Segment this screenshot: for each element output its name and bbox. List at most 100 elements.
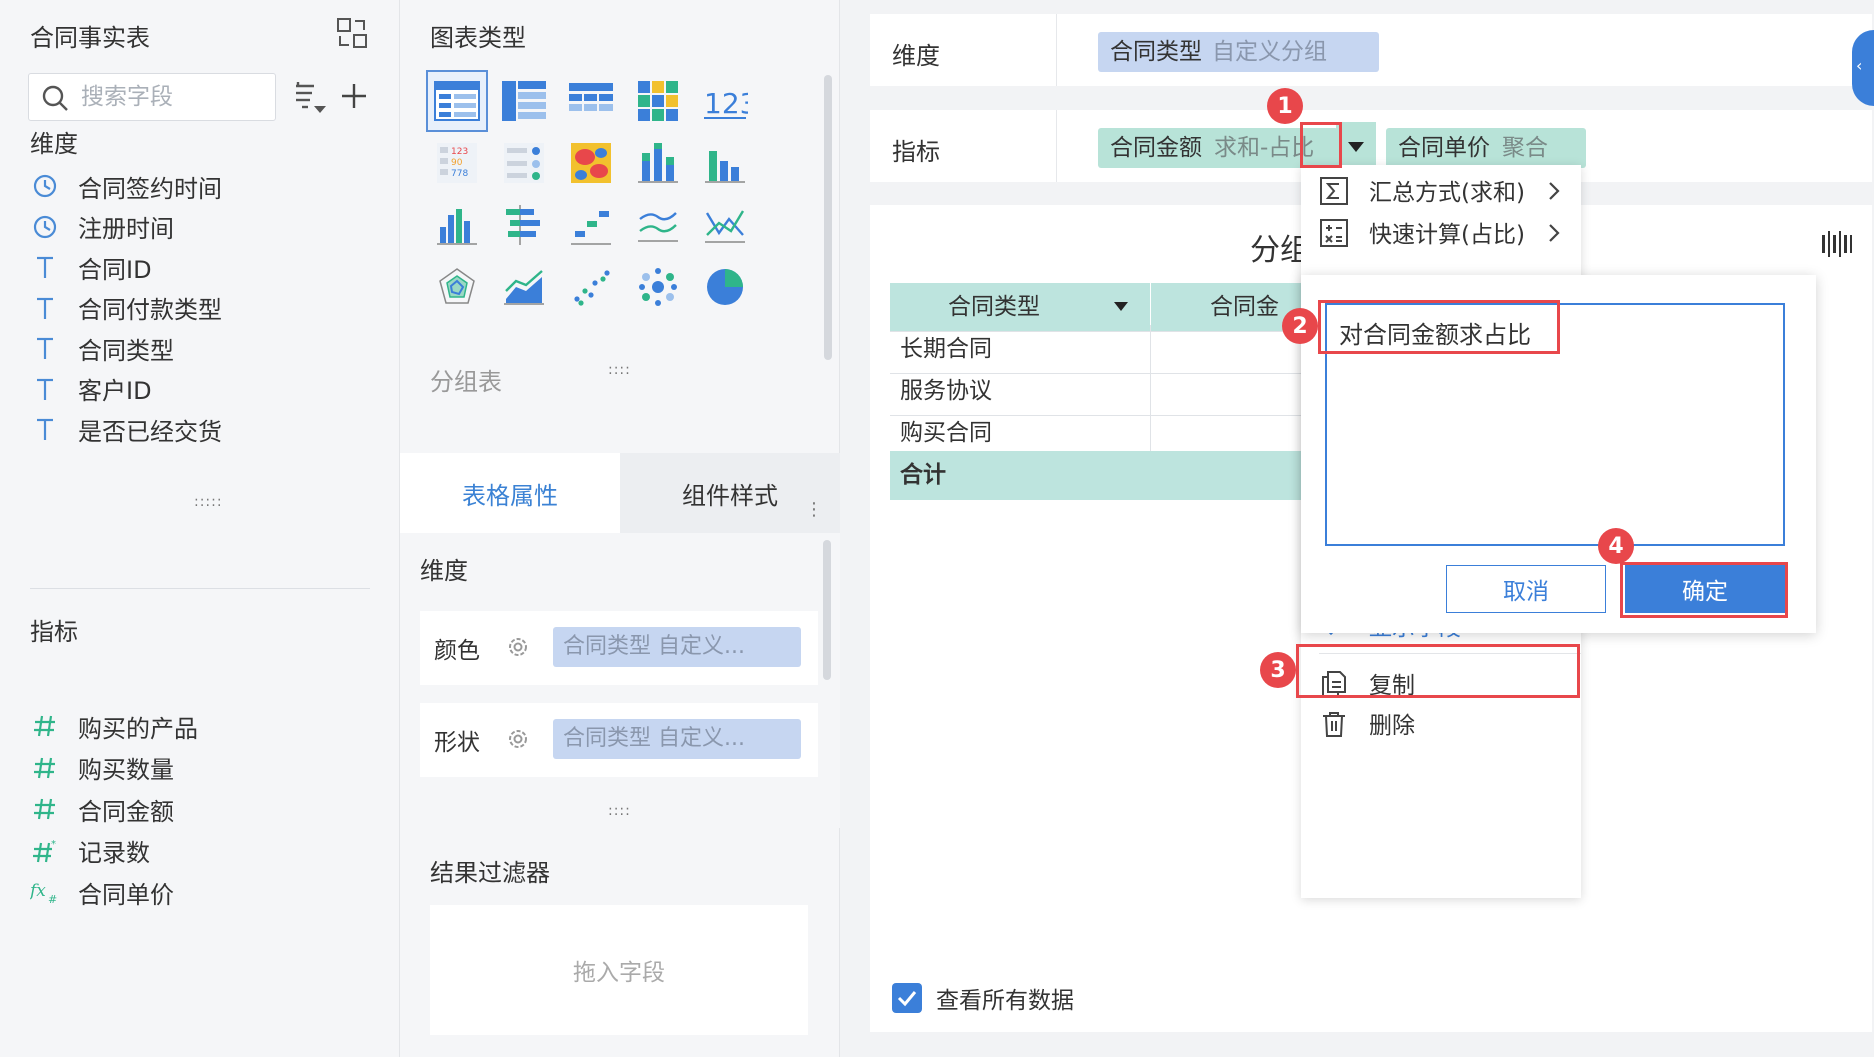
- indicator-pill-name: 合同金额: [1110, 135, 1202, 161]
- panel-resize-handle[interactable]: :::::: [194, 494, 223, 510]
- field-label: 合同ID: [78, 255, 152, 284]
- number-type-icon: [30, 711, 60, 741]
- field-label: 合同类型: [78, 336, 174, 365]
- field-item[interactable]: 购买的产品: [30, 708, 370, 744]
- menu-item-delete[interactable]: 删除: [1301, 698, 1581, 748]
- add-field-icon[interactable]: [338, 80, 370, 112]
- field-label: 合同金额: [78, 797, 174, 826]
- area-chart-icon: [504, 270, 544, 305]
- properties-resize-handle[interactable]: ::::: [608, 803, 631, 819]
- properties-scrollbar[interactable]: [823, 540, 831, 680]
- field-item[interactable]: 合同类型: [30, 330, 370, 366]
- gear-icon[interactable]: [506, 727, 530, 751]
- chart-type-detail-table[interactable]: [560, 70, 622, 132]
- chart-type-column[interactable]: [694, 132, 756, 194]
- highlight-dropdown-button: [1300, 122, 1342, 168]
- indicator-pill-unit-price[interactable]: 合同单价 聚合: [1386, 128, 1586, 168]
- property-shape-value[interactable]: 合同类型 自定义...: [553, 719, 801, 759]
- field-item[interactable]: 合同ID: [30, 249, 370, 285]
- chart-type-heatmap[interactable]: [560, 132, 622, 194]
- tab-component-style[interactable]: 组件样式: [620, 453, 840, 533]
- cancel-button[interactable]: 取消: [1446, 565, 1606, 613]
- sort-filter-icon[interactable]: [292, 80, 332, 120]
- chart-type-scatter[interactable]: [560, 256, 622, 318]
- field-label: 客户ID: [78, 377, 152, 405]
- table-properties-body: 维度 颜色 合同类型 自定义... 形状 合同类型 自定义... ::::: [400, 533, 840, 828]
- chart-type-area[interactable]: [493, 256, 555, 318]
- bar-chart-icon: [437, 209, 477, 245]
- chart-type-radar[interactable]: [426, 256, 488, 318]
- panel-side-resize-handle[interactable]: ⋮: [805, 501, 823, 519]
- step-badge-4: 4: [1598, 528, 1634, 564]
- step-badge-3: 3: [1260, 652, 1296, 688]
- field-item[interactable]: 合同签约时间: [30, 168, 370, 204]
- chart-type-line[interactable]: [627, 194, 689, 256]
- dataset-title: 合同事实表: [30, 24, 150, 52]
- number-list-icon: 123 90 778: [437, 143, 477, 183]
- field-item[interactable]: 合同金额: [30, 791, 370, 827]
- chart-type-bar[interactable]: [426, 194, 488, 256]
- chart-type-stacked-bar[interactable]: [627, 132, 689, 194]
- chart-type-indicator-card[interactable]: [493, 132, 555, 194]
- chart-grid-scrollbar[interactable]: [824, 75, 832, 360]
- barcode-tool-icon[interactable]: [1820, 229, 1854, 259]
- view-all-data-checkbox[interactable]: [892, 983, 922, 1013]
- field-item[interactable]: * 记录数: [30, 833, 370, 869]
- view-all-data-label[interactable]: 查看所有数据: [936, 981, 1074, 1015]
- step-badge-2: 2: [1282, 308, 1318, 344]
- field-item[interactable]: 合同付款类型: [30, 290, 370, 326]
- detail-table-icon: [569, 83, 613, 111]
- chevron-left-icon: ‹: [1856, 56, 1863, 75]
- chart-grid-resize-handle[interactable]: ::::: [608, 362, 631, 378]
- radar-chart-icon: [439, 268, 475, 304]
- chart-type-cross-table[interactable]: [493, 70, 555, 132]
- text-type-icon: [30, 293, 60, 323]
- chart-type-color-table[interactable]: [627, 70, 689, 132]
- search-input[interactable]: [81, 82, 266, 112]
- chart-type-polyline[interactable]: [694, 194, 756, 256]
- field-label: 是否已经交货: [78, 417, 222, 446]
- menu-item-quick-calc[interactable]: 快速计算(占比): [1301, 207, 1581, 257]
- filter-drop-zone[interactable]: 拖入字段: [430, 905, 808, 1035]
- caret-down-icon[interactable]: [1112, 299, 1130, 315]
- dimension-pill[interactable]: 合同类型 自定义分组: [1098, 32, 1379, 72]
- chart-type-number-list[interactable]: 123 90 778: [426, 132, 488, 194]
- field-item[interactable]: 注册时间: [30, 209, 370, 245]
- chart-type-horizontal-bar[interactable]: [493, 194, 555, 256]
- indicator-pill-name: 合同单价: [1398, 135, 1490, 161]
- result-filter-title: 结果过滤器: [430, 859, 550, 887]
- search-field-box[interactable]: [28, 73, 276, 121]
- heatmap-icon: [571, 143, 611, 183]
- clock-icon: [30, 171, 60, 201]
- chart-type-step[interactable]: [560, 194, 622, 256]
- field-item[interactable]: 是否已经交货: [30, 411, 370, 447]
- highlight-confirm-button: [1620, 562, 1788, 618]
- gear-icon[interactable]: [506, 635, 530, 659]
- switch-dataset-icon[interactable]: [335, 16, 369, 50]
- field-item[interactable]: 购买数量: [30, 750, 370, 786]
- chart-type-bubble[interactable]: [627, 256, 689, 318]
- dimension-pill-name: 合同类型: [1110, 39, 1202, 65]
- chevron-right-icon: [1549, 224, 1560, 242]
- sigma-icon: [1320, 177, 1348, 205]
- chart-type-group-table[interactable]: [426, 70, 488, 132]
- field-item[interactable]: fx # 合同单价: [30, 874, 370, 910]
- collapse-side-tab[interactable]: ‹: [1852, 30, 1874, 106]
- field-item[interactable]: 客户ID: [30, 371, 370, 407]
- step-chart-icon: [571, 211, 611, 245]
- indicator-dropdown-button[interactable]: [1336, 122, 1376, 168]
- chevron-right-icon: [1549, 182, 1560, 200]
- dimension-pill-mode: 自定义分组: [1212, 39, 1327, 65]
- property-color-row: 颜色 合同类型 自定义...: [420, 611, 818, 685]
- field-label: 记录数: [78, 839, 150, 867]
- scatter-chart-icon: [574, 270, 610, 306]
- selected-chart-label: 分组表: [430, 368, 502, 396]
- number-type-icon: [30, 794, 60, 824]
- property-color-value[interactable]: 合同类型 自定义...: [553, 627, 801, 667]
- chart-type-pie[interactable]: [694, 256, 756, 318]
- text-type-icon: [30, 414, 60, 444]
- formula-icon: fx #: [30, 877, 60, 907]
- chart-type-kpi[interactable]: 123: [694, 70, 756, 132]
- tab-table-properties[interactable]: 表格属性: [400, 453, 620, 533]
- svg-text:778: 778: [451, 169, 468, 179]
